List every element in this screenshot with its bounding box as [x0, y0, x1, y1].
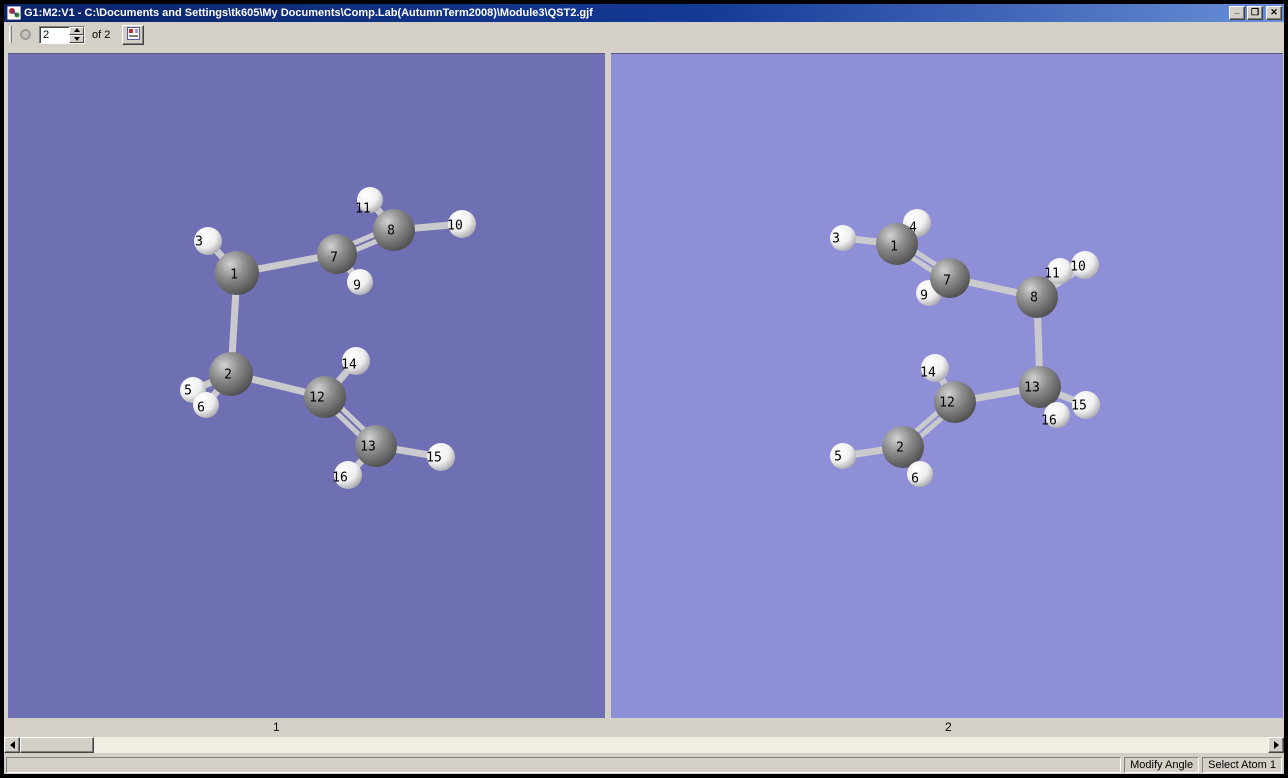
atom-label-H11: 11 — [355, 202, 371, 217]
status-mode: Modify Angle — [1124, 757, 1199, 773]
spin-down-button[interactable] — [69, 35, 84, 43]
panel-1-label: 1 — [273, 720, 280, 734]
scroll-right-icon — [1274, 741, 1283, 749]
atom-label-C13: 13 — [360, 440, 376, 455]
atom-label-C2: 2 — [896, 441, 904, 456]
atom-label-H15: 15 — [1071, 399, 1087, 414]
atom-label-H15: 15 — [426, 451, 442, 466]
atom-label-H6: 6 — [197, 401, 205, 416]
atom-label-C7: 7 — [943, 274, 951, 289]
atom-label-C7: 7 — [330, 251, 338, 266]
close-button[interactable]: ✕ — [1266, 6, 1282, 20]
panel-2-label: 2 — [945, 720, 952, 734]
status-message — [6, 757, 1121, 773]
atom-label-H11: 11 — [1044, 267, 1060, 282]
atom-label-H14: 14 — [341, 358, 357, 373]
frame-icon — [127, 27, 140, 43]
horizontal-scrollbar[interactable] — [4, 737, 1284, 753]
atom-label-H3: 3 — [832, 232, 840, 247]
atom-label-H6: 6 — [911, 472, 919, 487]
scroll-left-button[interactable] — [4, 737, 20, 753]
toolbar: of 2 — [4, 22, 1284, 47]
atom-label-H5: 5 — [834, 450, 842, 465]
spin-up-button[interactable] — [69, 27, 84, 35]
app-window: G1:M2:V1 - C:\Documents and Settings\tk6… — [0, 0, 1288, 778]
app-icon — [7, 6, 21, 20]
scroll-left-icon — [6, 741, 15, 749]
restore-button[interactable]: ❐ — [1247, 6, 1263, 20]
panel-label-strip: 1 2 — [4, 718, 1284, 737]
atom-label-C8: 8 — [1030, 291, 1038, 306]
atom-label-H3: 3 — [195, 235, 203, 250]
atom-label-H14: 14 — [920, 366, 936, 381]
atom-label-H9: 9 — [353, 279, 361, 294]
atom-label-H5: 5 — [184, 384, 192, 399]
scroll-right-button[interactable] — [1268, 737, 1284, 753]
atom-label-C1: 1 — [230, 268, 238, 283]
atom-label-H9: 9 — [920, 289, 928, 304]
status-selection: Select Atom 1 — [1202, 757, 1282, 773]
statusbar: Modify Angle Select Atom 1 — [4, 757, 1284, 774]
atom-label-C12: 12 — [309, 391, 325, 406]
frame-number-input[interactable] — [40, 27, 69, 43]
scrollbar-track[interactable] — [20, 737, 1268, 753]
record-circle-icon — [20, 29, 31, 40]
titlebar[interactable]: G1:M2:V1 - C:\Documents and Settings\tk6… — [4, 4, 1284, 22]
atom-label-H16: 16 — [332, 471, 348, 486]
window-title: G1:M2:V1 - C:\Documents and Settings\tk6… — [24, 7, 1227, 19]
atom-label-C8: 8 — [387, 224, 395, 239]
atom-label-C1: 1 — [890, 240, 898, 255]
frame-spinbox[interactable] — [39, 26, 85, 44]
frame-count-label: of 2 — [92, 29, 110, 41]
scrollbar-thumb[interactable] — [20, 737, 94, 753]
atom-label-H10: 10 — [1070, 260, 1086, 275]
viewport-2[interactable]: 3 41 97 11 8 10 1412 13 16 15 5 2 6 — [611, 53, 1283, 718]
toolbar-grabber[interactable] — [9, 26, 12, 43]
atom-label-C13: 13 — [1024, 381, 1040, 396]
atom-label-H10: 10 — [447, 219, 463, 234]
viewport-area: 3111879105261214131615 34197118101412131… — [4, 47, 1284, 718]
spinner-arrows — [69, 27, 84, 43]
atom-label-C2: 2 — [224, 368, 232, 383]
atom-label-H16: 16 — [1041, 414, 1057, 429]
atom-label-C12: 12 — [939, 396, 955, 411]
atom-label-H4: 4 — [909, 221, 917, 236]
minimize-button[interactable]: _ — [1229, 6, 1245, 20]
viewport-1[interactable]: 3111879105261214131615 — [8, 53, 605, 718]
frame-display-button[interactable] — [122, 25, 144, 45]
